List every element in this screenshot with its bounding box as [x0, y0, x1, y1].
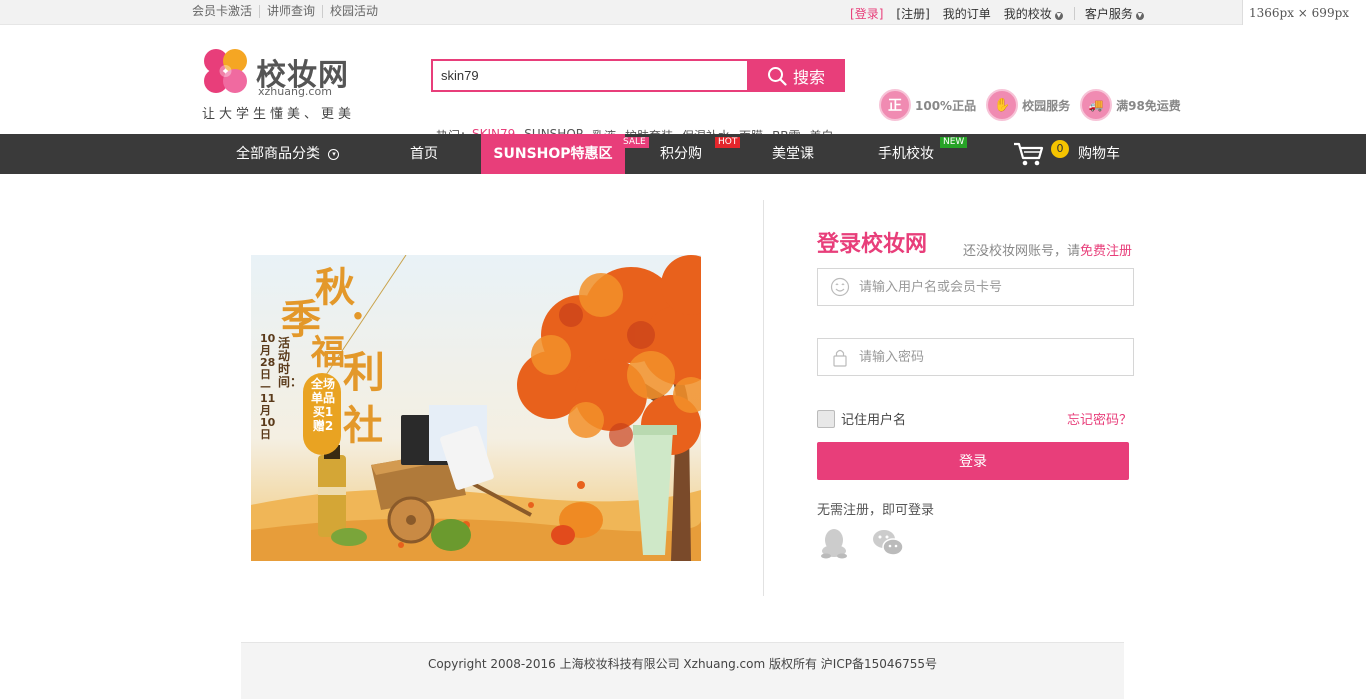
link-teacher-lookup[interactable]: 讲师查询 [259, 5, 322, 18]
register-prompt: 还没校妆网账号，请免费注册 [963, 244, 1133, 259]
login-button[interactable]: 登录 [817, 442, 1129, 480]
top-right-links: [登录] [注册] 我的订单 我的校妆 ▼ 客户服务 ▼ [850, 5, 1157, 22]
link-card-activation[interactable]: 会员卡激活 [192, 5, 259, 18]
genuine-icon: 正 [879, 89, 911, 121]
login-link[interactable]: [登录] [850, 5, 883, 22]
truck-icon: 🚚 [1080, 89, 1113, 121]
top-left-links: 会员卡激活 讲师查询 校园活动 [192, 5, 385, 18]
promise-campus-service: ✋ 校园服务 [986, 89, 1070, 121]
copyright-text: Copyright 2008-2016 上海校妆科技有限公司 Xzhuang.c… [427, 657, 938, 671]
chevron-down-icon: ▼ [1135, 12, 1144, 20]
hot-badge: HOT [715, 137, 741, 148]
promise-free-shipping: 🚚 满98免运费 [1080, 89, 1181, 121]
free-register-link[interactable]: 免费注册 [1080, 244, 1132, 259]
my-school-menu[interactable]: 我的校妆 ▼ [1004, 5, 1063, 22]
nav-points[interactable]: 积分购 [660, 134, 702, 174]
login-title: 登录校妆网 [817, 232, 928, 257]
service-promises: 正 100%正品 ✋ 校园服务 🚚 满98免运费 [879, 89, 1191, 121]
clover-logo-icon [204, 49, 247, 93]
user-icon [830, 277, 850, 297]
lock-icon [833, 349, 847, 367]
username-field [817, 268, 1134, 306]
divider [1073, 7, 1075, 20]
search-button[interactable]: 搜索 [747, 59, 845, 92]
qq-icon[interactable] [817, 526, 851, 560]
header: 校妆网 xzhuang.com 让大学生懂美、更美 搜索 热门： SKIN79 … [0, 25, 1366, 143]
size-tag: 1366px × 699px [1242, 0, 1366, 25]
promo-badge: 全场 单品 买1 赠2 [310, 377, 335, 433]
wechat-icon[interactable] [871, 526, 905, 560]
my-orders-link[interactable]: 我的订单 [943, 5, 991, 22]
nav-home[interactable]: 首页 [410, 134, 438, 174]
nav-beauty-class[interactable]: 美堂课 [772, 134, 814, 174]
logo-domain: xzhuang.com [258, 85, 332, 98]
vertical-divider [763, 200, 764, 596]
promise-genuine: 正 100%正品 [879, 89, 976, 121]
search-input[interactable] [431, 59, 747, 92]
link-campus-activities[interactable]: 校园活动 [322, 5, 385, 18]
remember-username[interactable]: 记住用户名 [817, 409, 906, 428]
customer-service-menu[interactable]: 客户服务 ▼ [1085, 5, 1144, 22]
main-nav: 全部商品分类 ▾ 首页 SUNSHOP特惠区 SALE 积分购 HOT 美堂课 … [0, 134, 1366, 174]
password-input[interactable] [859, 339, 1129, 375]
forgot-password-link[interactable]: 忘记密码？ [1067, 409, 1132, 428]
new-badge: NEW [940, 137, 968, 148]
activity-dates: 10月28日—11月10日 [260, 332, 276, 441]
cart-count-badge: 0 [1051, 140, 1069, 158]
chevron-down-icon: ▾ [328, 149, 340, 160]
remember-checkbox[interactable] [817, 409, 835, 428]
sale-badge: SALE [620, 137, 649, 148]
top-bar: 会员卡激活 讲师查询 校园活动 [登录] [注册] 我的订单 我的校妆 ▼ 客户服… [0, 0, 1366, 25]
promo-banner[interactable]: 秋 季 福 · 利 社 活动时间： 10月28日—11月10日 全场 单品 买1… [251, 255, 701, 561]
quick-login-label: 无需注册，即可登录 [817, 503, 935, 518]
nav-cart[interactable]: 0 购物车 [1012, 134, 1124, 174]
search-icon [767, 66, 787, 86]
activity-time: 活动时间： [278, 336, 303, 389]
footer: Copyright 2008-2016 上海校妆科技有限公司 Xzhuang.c… [241, 642, 1124, 699]
logo-slogan: 让大学生懂美、更美 [202, 107, 356, 122]
cart-icon [1014, 142, 1044, 166]
register-link[interactable]: [注册] [896, 5, 929, 22]
chevron-down-icon: ▼ [1054, 12, 1063, 20]
nav-sunshop[interactable]: SUNSHOP特惠区 [481, 134, 625, 174]
hands-icon: ✋ [986, 89, 1019, 121]
nav-mobile[interactable]: 手机校妆 [878, 134, 934, 174]
username-input[interactable] [859, 269, 1129, 305]
nav-all-categories[interactable]: 全部商品分类 ▾ [236, 134, 340, 174]
password-field [817, 338, 1134, 376]
